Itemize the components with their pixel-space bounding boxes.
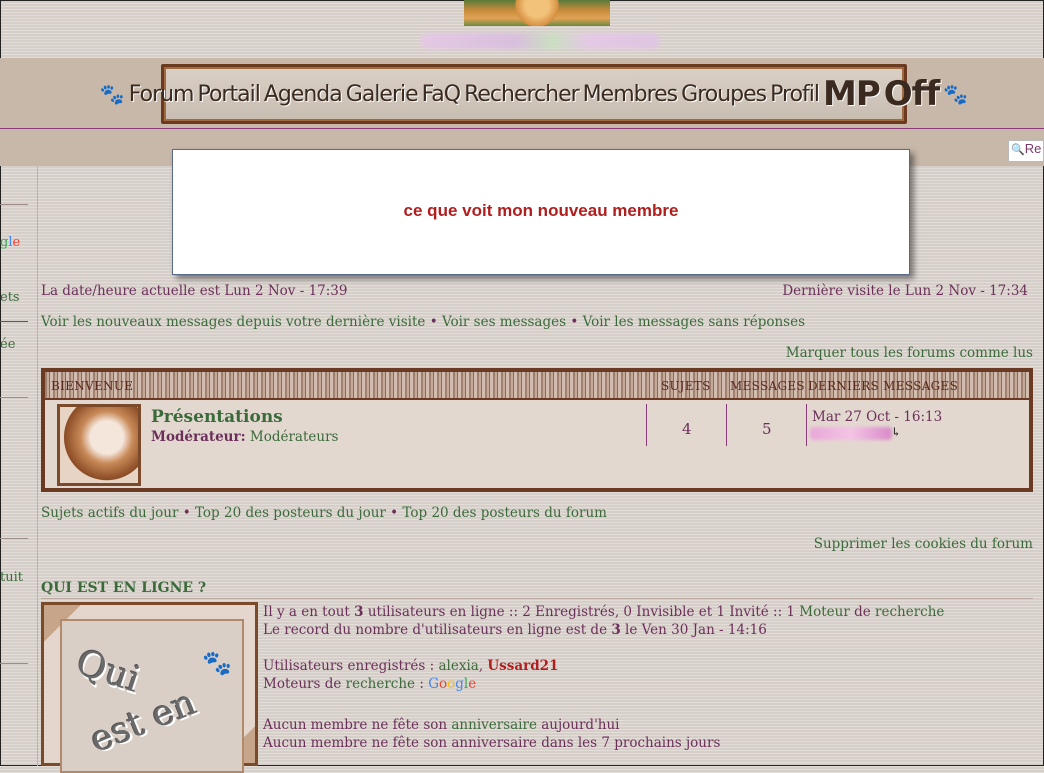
forum-table-header: BIENVENUE SUJETS MESSAGES DERNIERS MESSA… (45, 372, 1029, 400)
current-datetime: La date/heure actuelle est Lun 2 Nov - 1… (41, 283, 348, 299)
nav-membres[interactable]: Membres (583, 82, 678, 107)
nav-groupes[interactable]: Groupes (681, 82, 767, 107)
new-messages-link[interactable]: Voir les nouveaux messages depuis votre … (41, 314, 425, 330)
nav-mp[interactable]: MP (823, 74, 881, 114)
divider (0, 204, 28, 205)
user-link[interactable]: Ussard21 (487, 658, 558, 674)
nav-off[interactable]: Off (884, 74, 940, 114)
last-visit: Dernière visite le Lun 2 Nov - 17:34 (782, 283, 1028, 299)
forum-icon-image (57, 404, 141, 486)
user-link[interactable]: alexia (438, 658, 478, 674)
top-posters-day-link[interactable]: Top 20 des posteurs du jour (195, 505, 386, 521)
birthday-today: Aucun membre ne fête son anniversaire au… (263, 717, 620, 733)
paw-icon: 🐾 (943, 82, 969, 106)
who-online-title: QUI EST EN LIGNE ? (41, 580, 207, 596)
nav-rechercher[interactable]: Rechercher (464, 82, 580, 107)
divider (0, 397, 28, 398)
blurred-site-title (420, 33, 660, 49)
divider (0, 538, 28, 539)
main-navbar: 🐾 Forum Portail Agenda Galerie FaQ Reche… (100, 64, 968, 124)
own-messages-link[interactable]: Voir ses messages (442, 314, 566, 330)
recherche-link[interactable]: recherche (875, 604, 944, 620)
forum-table: BIENVENUE SUJETS MESSAGES DERNIERS MESSA… (41, 368, 1033, 492)
annotation-popup: ce que voit mon nouveau membre (172, 149, 910, 275)
divider (0, 663, 28, 664)
online-record: Le record du nombre d'utilisateurs en li… (263, 622, 767, 638)
nav-agenda[interactable]: Agenda (264, 82, 343, 107)
nav-profil[interactable]: Profil (770, 82, 820, 107)
last-post-icon[interactable]: ↳ (891, 425, 901, 439)
delete-cookies-link[interactable]: Supprimer les cookies du forum (814, 536, 1033, 552)
paw-icon: 🐾 (99, 82, 125, 106)
nav-galerie[interactable]: Galerie (346, 82, 419, 107)
header-logo-image (464, 0, 610, 26)
left-sidebar: gle ets ée tuit (0, 166, 28, 766)
nav-faq[interactable]: FaQ (422, 82, 461, 107)
message-count: 5 (762, 420, 772, 438)
who-online-image: Qui est en 🐾 (41, 602, 258, 773)
topic-count: 4 (682, 420, 692, 438)
forum-row: Présentations Modérateur: Modérateurs 4 … (45, 400, 1029, 488)
header-category: BIENVENUE (51, 379, 134, 393)
online-summary: Il y a en tout 3 utilisateurs en ligne :… (263, 604, 945, 620)
moderators-link[interactable]: Modérateurs (250, 429, 339, 445)
unanswered-link[interactable]: Voir les messages sans réponses (583, 314, 805, 330)
sidebar-fragment[interactable]: gle (0, 235, 20, 250)
last-post-date[interactable]: Mar 27 Oct - 16:13 (812, 409, 942, 425)
bottom-links: Sujets actifs du jour • Top 20 des poste… (41, 505, 607, 521)
header-messages: MESSAGES (730, 379, 805, 393)
blurred-last-poster[interactable] (810, 427, 892, 440)
sidebar-fragment[interactable]: ets (0, 290, 20, 305)
birthday-link[interactable]: anniversaire (451, 717, 537, 733)
popup-message: ce que voit mon nouveau membre (403, 201, 679, 220)
paw-icon: 🐾 (202, 649, 232, 677)
top-posters-forum-link[interactable]: Top 20 des posteurs du forum (402, 505, 607, 521)
sidebar-fragment[interactable]: tuit (0, 570, 23, 585)
mark-all-read-link[interactable]: Marquer tous les forums comme lus (786, 345, 1033, 361)
birthday-week: Aucun membre ne fête son anniversaire da… (263, 735, 721, 751)
column-separator (37, 166, 38, 766)
quick-links: Voir les nouveaux messages depuis votre … (41, 314, 806, 330)
sidebar-fragment[interactable]: ée (0, 337, 15, 352)
forum-moderator: Modérateur: Modérateurs (151, 429, 339, 445)
header-topics: SUJETS (661, 379, 711, 393)
divider (0, 321, 28, 322)
forum-title-link[interactable]: Présentations (151, 407, 283, 427)
cookies-row: Supprimer les cookies du forum (814, 536, 1033, 552)
header-last-posts: DERNIERS MESSAGES (808, 379, 959, 393)
nav-forum[interactable]: Forum (129, 82, 195, 107)
search-button[interactable]: 🔍Re (1008, 140, 1044, 162)
active-topics-link[interactable]: Sujets actifs du jour (41, 505, 178, 521)
google-label[interactable]: Google (428, 676, 476, 692)
divider (41, 598, 1033, 599)
search-engines: Moteurs de recherche : Google (263, 676, 477, 692)
moteur-link[interactable]: Moteur (799, 604, 850, 620)
nav-portail[interactable]: Portail (197, 82, 260, 107)
registered-users: Utilisateurs enregistrés : alexia, Ussar… (263, 658, 559, 674)
recherche-link[interactable]: recherche (346, 676, 415, 692)
search-icon: 🔍 (1011, 144, 1025, 156)
mark-read-row: Marquer tous les forums comme lus (786, 345, 1033, 361)
